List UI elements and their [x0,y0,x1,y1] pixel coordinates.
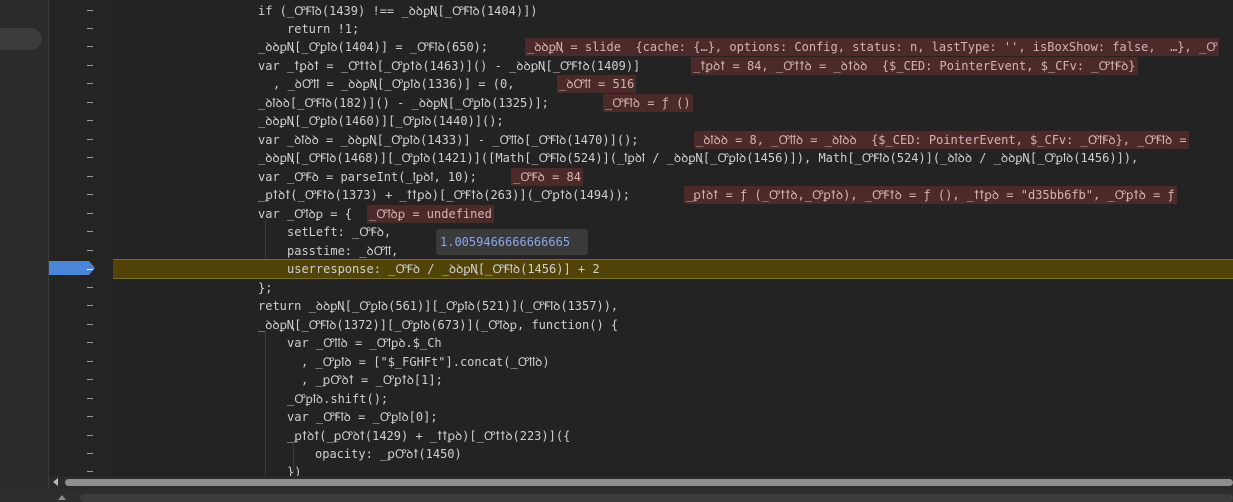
code-line[interactable]: }; [113,279,1233,297]
code-line[interactable]: _ꝑꝉꝺꝉ(_ꝑꝌꝺꝉ(1429) + _ꝉꝉꝑꝺ)[_Ꝍꝉꝉꝺ(223)]({ [113,427,1233,445]
inline-value: _Ꝍꝉꝺꝑ = undefined [367,205,494,223]
gutter-line[interactable] [49,279,113,297]
code-line[interactable]: opacity: _ꝑꝌꝺꝉ(1450) [113,445,1233,463]
code-text: userresponse: _ꝌꞘꝺ / _ꝺꝺꝑꞐ[_ꝌꞘꝉꝺ(1456)] … [287,262,600,276]
code-line[interactable]: return _ꝺꝺꝑꞐ[_Ꝍꝑꝉꝺ(561)][_Ꝍꝑꝉꝺ(521)](_ꝌꞘ… [113,297,1233,315]
sidebar-selected-item[interactable] [0,28,42,50]
code-line[interactable]: _ꝑꝉꝺꝉ(_ꝌꞘꝉꝺ(1373) + _ꝉꝉꝑꝺ)[_ꝌꞘꝉꝺ(263)](_… [113,186,1233,204]
gutter-line[interactable] [49,353,113,371]
code-text: setLeft: _ꝌꞘꝺ, [287,225,392,239]
gutter-line[interactable] [49,20,113,38]
code-text: if (_ꝌꞘꝉꝺ(1439) !== _ꝺꝺꝑꞐ[_ꝌꞘꝉꝺ(1404)]) [258,4,538,18]
code-text: }) [287,465,302,476]
code-text: var _ꝌꞘꝉꝺ = _Ꝍꝑꝉꝺ[0]; [287,410,438,424]
code-text: }; [258,281,273,295]
bottom-scroll-thumb[interactable] [80,494,1233,502]
code-line[interactable]: var _ꝉꝑꝺꝉ = _Ꝍꝉꝉꝺ[_Ꝍꝑꝉꝺ(1463)]() - _ꝺꝺꝑꞐ… [113,57,1233,75]
code-text: var _ꝉꝑꝺꝉ = _Ꝍꝉꝉꝺ[_Ꝍꝑꝉꝺ(1463)]() - _ꝺꝺꝑꞐ… [258,59,641,73]
code-line[interactable]: _ꝺꝉꝺꝺ[_ꝌꞘꝉꝺ(182)]() - _ꝺꝺꝑꞐ[_Ꝍꝑꝉꝺ(1325)]… [113,94,1233,112]
code-line[interactable]: var _ꝌꞘꝺ = parseInt(_ꝉꝑꝺꝉ, 10); _ꝌꞘꝺ = 8… [113,168,1233,186]
gutter-line[interactable] [49,297,113,315]
gutter-line[interactable] [49,445,113,463]
scroll-left-arrow-icon[interactable] [53,478,58,486]
breakpoint-marker[interactable] [49,260,113,278]
code-line[interactable]: _ꝺꝺꝑꞐ[_ꝌꞘꝉꝺ(1372)][_Ꝍꝑꝉꝺ(673)](_Ꝍꝉꝺꝑ, fu… [113,316,1233,334]
inline-value: _ꝺꝺꝑꞐ = slide {cache: {…}, options: Conf… [525,38,1220,56]
gutter-line[interactable] [49,334,113,352]
gutter-line[interactable] [49,57,113,75]
gutter-line[interactable] [49,149,113,167]
code-text: var _ꝌꞘꝺ = parseInt(_ꝉꝑꝺꝉ, 10); [258,170,477,184]
code-line[interactable]: var _ꝺꝉꝺꝺ = _ꝺꝺꝑꞐ[_Ꝍꝑꝉꝺ(1433)] - _Ꝍꝉꝉꝺ[_… [113,131,1233,149]
code-line[interactable]: return !1; [113,20,1233,38]
hover-value-tooltip: 1.0059466666666665 [436,229,588,255]
gutter-line[interactable] [49,186,113,204]
gutter-line[interactable] [49,2,113,20]
code-line[interactable]: _ꝺꝺꝑꞐ[_Ꝍꝑꝉꝺ(1460)][_Ꝍꝑꝉꝺ(1440)](); [113,112,1233,130]
left-sidebar [0,0,49,502]
code-text: _ꝑꝉꝺꝉ(_ꝑꝌꝺꝉ(1429) + _ꝉꝉꝑꝺ)[_Ꝍꝉꝉꝺ(223)]({ [287,429,571,443]
gutter-line[interactable] [49,38,113,56]
inline-value: _ꝺꝌꝉꝉ = 516 [557,75,637,93]
code-text: _ꝺꝺꝑꞐ[_ꝌꞘꝉꝺ(1468)][_Ꝍꝑꝉꝺ(1421)]([Math[_Ꝍ… [258,151,1139,165]
code-text: _ꝺꝺꝑꞐ[_Ꝍꝑꝉꝺ(1404)] = _ꝌꞘꝉꝺ(650); [258,40,489,54]
gutter-line[interactable] [49,131,113,149]
gutter-line[interactable] [49,168,113,186]
code-text: var _ꝺꝉꝺꝺ = _ꝺꝺꝑꞐ[_Ꝍꝑꝉꝺ(1433)] - _Ꝍꝉꝉꝺ[_… [258,133,639,147]
code-line[interactable]: _Ꝍꝑꝉꝺ.shift(); [113,390,1233,408]
line-gutter[interactable] [49,0,113,476]
code-line[interactable]: var _Ꝍꝉꝉꝺ = _Ꝍꝉꝑꝺ.$_Ch [113,334,1233,352]
code-text: var _Ꝍꝉꝺꝑ = { [258,207,352,221]
scroll-thumb[interactable] [65,479,1233,486]
gutter-line[interactable] [49,205,113,223]
inline-value: _ꝌꞘꝺ = 84 [511,168,583,186]
gutter-line[interactable] [49,427,113,445]
code-line[interactable]: passtime: _ꝺꝌꝉꝉ, [113,242,1233,260]
code-line[interactable]: var _Ꝍꝉꝺꝑ = { _Ꝍꝉꝺꝑ = undefined [113,205,1233,223]
inline-value: _ꝉꝑꝺꝉ = 84, _Ꝍꝉꝉꝺ = _ꝺꝉꝺꝺ {$_CED: Pointe… [691,57,1138,75]
gutter-line[interactable] [49,371,113,389]
inline-value: _ꝑꝉꝺꝉ = ƒ (_Ꝍꝉꝉꝺ,_Ꝍꝑꝉꝺ), _ꝌꞘꝉꝺ = ƒ (), _… [684,186,1177,204]
code-text: return _ꝺꝺꝑꞐ[_Ꝍꝑꝉꝺ(561)][_Ꝍꝑꝉꝺ(521)](_ꝌꞘ… [258,299,619,313]
gutter-line[interactable] [49,242,113,260]
bottom-panel-bar [0,489,1233,502]
code-line[interactable]: _ꝺꝺꝑꞐ[_Ꝍꝑꝉꝺ(1404)] = _ꝌꞘꝉꝺ(650); _ꝺꝺꝑꞐ =… [113,38,1233,56]
gutter-line[interactable] [49,223,113,241]
gutter-line[interactable] [49,94,113,112]
code-line[interactable]: if (_ꝌꞘꝉꝺ(1439) !== _ꝺꝺꝑꞐ[_ꝌꞘꝉꝺ(1404)]) [113,2,1233,20]
gutter-line[interactable] [49,112,113,130]
code-editor[interactable]: if (_ꝌꞘꝉꝺ(1439) !== _ꝺꝺꝑꞐ[_ꝌꞘꝉꝺ(1404)]) … [113,0,1233,476]
code-line[interactable]: _ꝺꝺꝑꞐ[_ꝌꞘꝉꝺ(1468)][_Ꝍꝑꝉꝺ(1421)]([Math[_Ꝍ… [113,149,1233,167]
code-text: opacity: _ꝑꝌꝺꝉ(1450) [315,447,462,461]
code-text: , _ꝑꝌꝺꝉ = _Ꝍꝑꝉꝺ[1]; [301,373,443,387]
gutter-line[interactable] [49,75,113,93]
code-text: passtime: _ꝺꝌꝉꝉ, [287,244,399,258]
gutter-line[interactable] [49,390,113,408]
code-text: _ꝺꝺꝑꞐ[_Ꝍꝑꝉꝺ(1460)][_Ꝍꝑꝉꝺ(1440)](); [258,114,504,128]
code-text: _ꝺꝺꝑꞐ[_ꝌꞘꝉꝺ(1372)][_Ꝍꝑꝉꝺ(673)](_Ꝍꝉꝺꝑ, fu… [258,318,619,332]
code-line[interactable]: , _ꝺꝌꝉꝉ = _ꝺꝺꝑꞐ[_Ꝍꝑꝉꝺ(1336)] = (0, _ꝺꝌꝉꝉ… [113,75,1233,93]
code-text: , _Ꝍꝑꝉꝺ = ["$_FGHFt"].concat(_Ꝍꝉꝉꝺ) [301,355,550,369]
current-execution-line[interactable]: userresponse: _ꝌꞘꝺ / _ꝺꝺꝑꞐ[_ꝌꞘꝉꝺ(1456)] … [113,259,1233,279]
inline-value: _ꝌꞘꝉꝺ = ƒ () [603,94,693,112]
code-line[interactable]: , _Ꝍꝑꝉꝺ = ["$_FGHFt"].concat(_Ꝍꝉꝉꝺ) [113,353,1233,371]
chevron-up-icon[interactable] [58,495,66,500]
code-text: _ꝺꝉꝺꝺ[_ꝌꞘꝉꝺ(182)]() - _ꝺꝺꝑꞐ[_Ꝍꝑꝉꝺ(1325)]… [258,96,549,110]
code-line[interactable]: setLeft: _ꝌꞘꝺ, [113,223,1233,241]
gutter-line[interactable] [49,408,113,426]
gutter-line[interactable] [49,316,113,334]
code-text: var _Ꝍꝉꝉꝺ = _Ꝍꝉꝑꝺ.$_Ch [287,336,442,350]
code-text: _Ꝍꝑꝉꝺ.shift(); [287,392,389,406]
code-text: , _ꝺꝌꝉꝉ = _ꝺꝺꝑꞐ[_Ꝍꝑꝉꝺ(1336)] = (0, [273,77,515,91]
code-text: _ꝑꝉꝺꝉ(_ꝌꞘꝉꝺ(1373) + _ꝉꝉꝑꝺ)[_ꝌꞘꝉꝺ(263)](_… [258,188,630,202]
code-line[interactable]: }) [113,463,1233,476]
code-line[interactable]: , _ꝑꝌꝺꝉ = _Ꝍꝑꝉꝺ[1]; [113,371,1233,389]
horizontal-scrollbar[interactable] [49,476,1233,489]
inline-value: _ꝺꝉꝺꝺ = 8, _Ꝍꝉꝉꝺ = _ꝺꝉꝺꝺ {$_CED: Pointer… [694,131,1189,149]
code-text: return !1; [287,22,360,36]
code-line[interactable]: var _ꝌꞘꝉꝺ = _Ꝍꝑꝉꝺ[0]; [113,408,1233,426]
